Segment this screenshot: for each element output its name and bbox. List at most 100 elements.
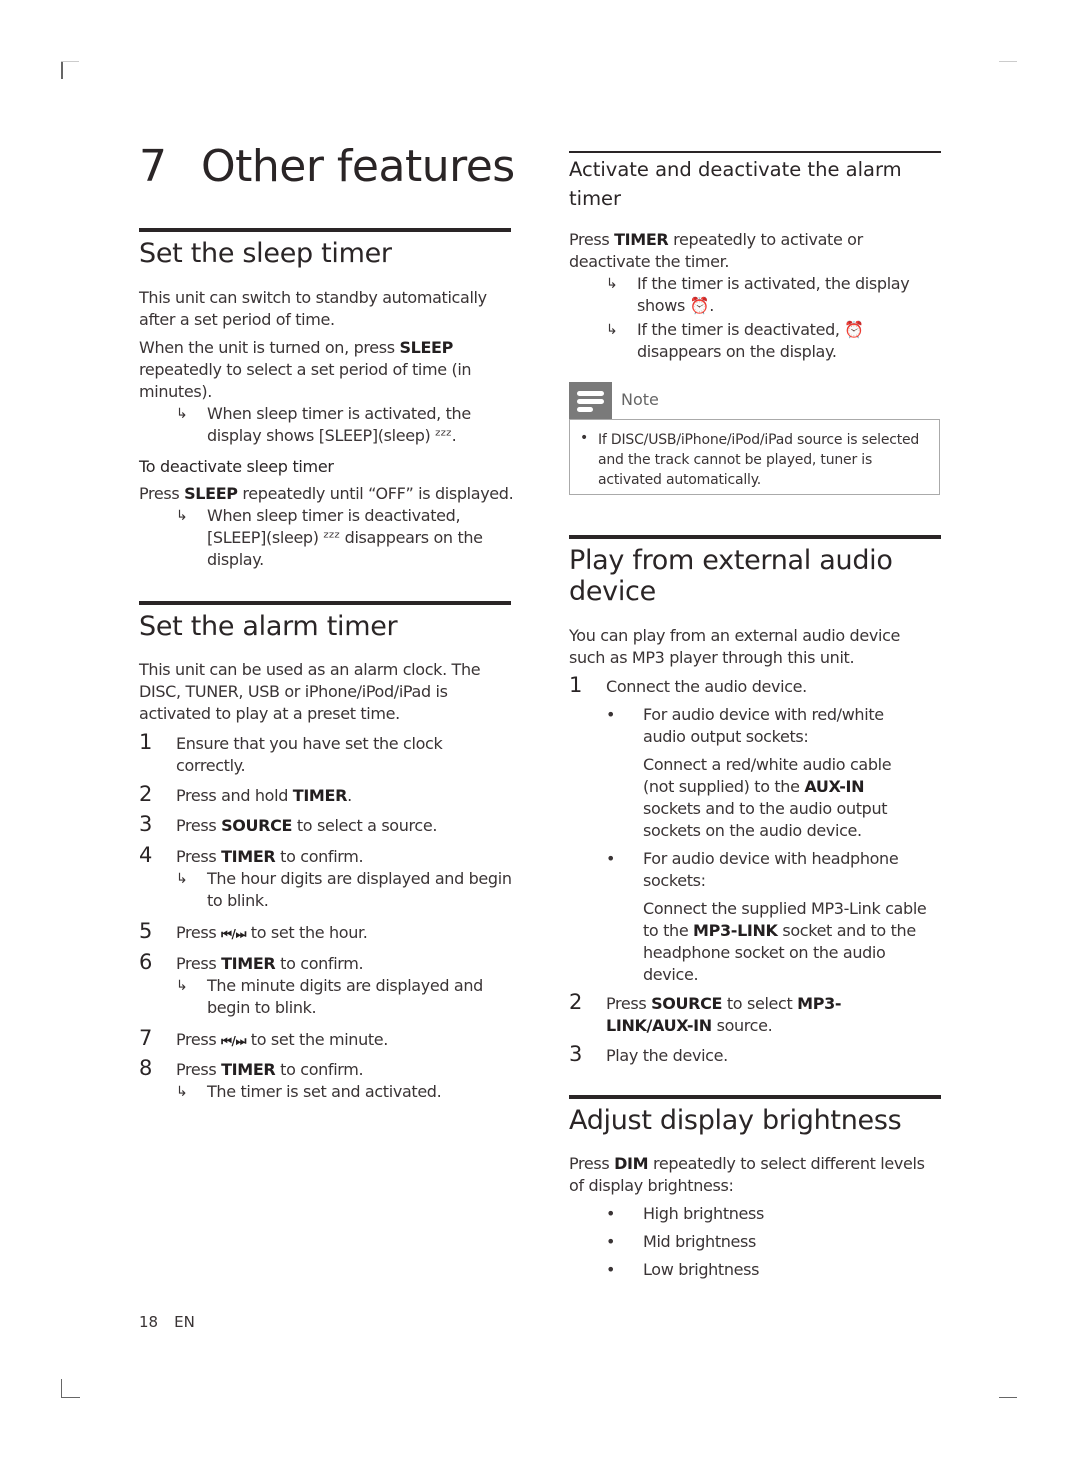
brightness-instruction: Press DIM repeatedly to select different… xyxy=(569,1153,934,1197)
bullet-detail: Connect the supplied MP3-Link cable to t… xyxy=(643,898,933,986)
result-text: The minute digits are displayed and begi… xyxy=(207,976,483,1017)
chapter-title-text: Other features xyxy=(201,141,515,192)
text: to confirm. xyxy=(275,1060,364,1079)
step-number: 4 xyxy=(139,843,153,867)
step-text: Press SOURCE to select a source. xyxy=(176,815,516,837)
page-footer: 18 EN xyxy=(139,1313,211,1331)
note-icon xyxy=(569,382,612,419)
note-box: • If DISC/USB/iPhone/iPod/iPad source is… xyxy=(569,419,940,495)
text: Press xyxy=(176,923,222,942)
step-text: Ensure that you have set the clock corre… xyxy=(176,734,443,775)
bullet-icon: • xyxy=(580,430,589,446)
brightness-level: Mid brightness xyxy=(643,1232,756,1251)
prev-next-icon: ⏮/⏭ xyxy=(221,1034,247,1048)
result-text: The hour digits are displayed and begin … xyxy=(207,869,512,910)
text: repeatedly to select a set period of tim… xyxy=(139,360,472,401)
key-source: SOURCE xyxy=(651,994,723,1013)
text: to set the hour. xyxy=(246,923,368,942)
step-text: Play the device. xyxy=(606,1046,728,1065)
external-audio-intro: You can play from an external audio devi… xyxy=(569,626,901,667)
sleep-timer-instruction: When the unit is turned on, press SLEEP … xyxy=(139,337,499,403)
arrow-icon: ↳ xyxy=(176,871,188,887)
text: Press xyxy=(176,1060,222,1079)
key-mp3-link: MP3-LINK xyxy=(693,921,778,940)
key-sleep: SLEEP xyxy=(184,484,238,503)
text: to select a source. xyxy=(292,816,438,835)
section-heading-external-audio: Play from external audio device xyxy=(569,545,893,607)
step-number: 7 xyxy=(139,1026,153,1050)
result-text: If the timer is activated, the display s… xyxy=(637,274,910,315)
arrow-icon: ↳ xyxy=(606,322,618,338)
step-text: Press ⏮/⏭ to set the minute. xyxy=(176,1029,516,1052)
bullet-text: For audio device with headphone sockets: xyxy=(643,849,899,890)
subsection-heading-activate-alarm: Activate and deactivate the alarm timer xyxy=(569,158,902,210)
crop-mark-top-left-v xyxy=(61,61,63,79)
text: Press xyxy=(606,994,652,1013)
crop-mark-bottom-left-v xyxy=(61,1379,62,1398)
crop-mark-top-right xyxy=(999,61,1017,62)
text: Press xyxy=(176,847,222,866)
arrow-icon: ↳ xyxy=(176,1084,188,1100)
key-timer: TIMER xyxy=(221,954,276,973)
brightness-level: High brightness xyxy=(643,1204,765,1223)
crop-mark-bottom-right xyxy=(999,1397,1017,1398)
step-number: 6 xyxy=(139,950,153,974)
bullet-icon: • xyxy=(606,1260,616,1279)
deactivate-subheading: To deactivate sleep timer xyxy=(139,457,334,476)
step-text: Press SOURCE to select MP3-LINK/AUX-IN s… xyxy=(606,993,866,1037)
step-text: Connect the audio device. xyxy=(606,677,807,696)
step-number: 3 xyxy=(139,812,153,836)
step-number: 2 xyxy=(569,990,583,1014)
text: to set the minute. xyxy=(246,1030,389,1049)
result-text: The timer is set and activated. xyxy=(207,1082,442,1101)
step-text: Press TIMER to confirm. xyxy=(176,953,516,975)
deactivate-instruction: Press SLEEP repeatedly until “OFF” is di… xyxy=(139,483,514,505)
section-rule xyxy=(569,1095,941,1099)
page-number: 18 xyxy=(139,1313,159,1331)
text: Press xyxy=(569,1154,615,1173)
key-aux-in: AUX-IN xyxy=(804,777,865,796)
crop-mark-top-left-h xyxy=(61,61,79,62)
key-sleep: SLEEP xyxy=(399,338,454,357)
step-text: Press TIMER to confirm. xyxy=(176,846,516,868)
result-text: When sleep timer is activated, the displ… xyxy=(207,404,471,445)
key-timer: TIMER xyxy=(221,847,276,866)
bullet-detail: Connect a red/white audio cable (not sup… xyxy=(643,754,923,842)
language-code: EN xyxy=(174,1313,195,1331)
text: Press xyxy=(569,230,615,249)
step-number: 2 xyxy=(139,782,153,806)
note-label: Note xyxy=(621,390,659,409)
key-timer: TIMER xyxy=(614,230,669,249)
text: . xyxy=(347,786,352,805)
bullet-icon: • xyxy=(606,1232,616,1251)
section-heading-alarm-timer: Set the alarm timer xyxy=(139,611,398,642)
key-dim: DIM xyxy=(614,1154,649,1173)
text: Press and hold xyxy=(176,786,293,805)
text: to confirm. xyxy=(275,954,364,973)
bullet-icon: • xyxy=(606,1204,616,1223)
chapter-title: 7 Other features xyxy=(139,141,515,192)
step-number: 1 xyxy=(569,673,583,697)
text: source. xyxy=(711,1016,773,1035)
section-heading-sleep-timer: Set the sleep timer xyxy=(139,238,392,269)
text: sockets and to the audio output sockets … xyxy=(643,799,888,840)
key-timer: TIMER xyxy=(292,786,348,805)
step-text: Press and hold TIMER. xyxy=(176,785,516,807)
section-rule xyxy=(139,601,511,605)
result-text: When sleep timer is deactivated, [SLEEP]… xyxy=(207,506,483,569)
section-rule xyxy=(139,228,511,232)
step-number: 8 xyxy=(139,1056,153,1080)
bullet-text: For audio device with red/white audio ou… xyxy=(643,705,884,746)
brightness-level: Low brightness xyxy=(643,1260,760,1279)
text: Press xyxy=(176,816,222,835)
text: to select xyxy=(722,994,798,1013)
section-rule xyxy=(569,535,941,539)
text: Press xyxy=(176,1030,222,1049)
result-text: If the timer is deactivated, ⏰ disappear… xyxy=(637,320,864,361)
sleep-timer-intro: This unit can switch to standby automati… xyxy=(139,288,487,329)
arrow-icon: ↳ xyxy=(176,978,188,994)
key-timer: TIMER xyxy=(221,1060,276,1079)
step-text: Press ⏮/⏭ to set the hour. xyxy=(176,922,516,945)
chapter-number: 7 xyxy=(139,141,167,192)
step-number: 1 xyxy=(139,730,153,754)
